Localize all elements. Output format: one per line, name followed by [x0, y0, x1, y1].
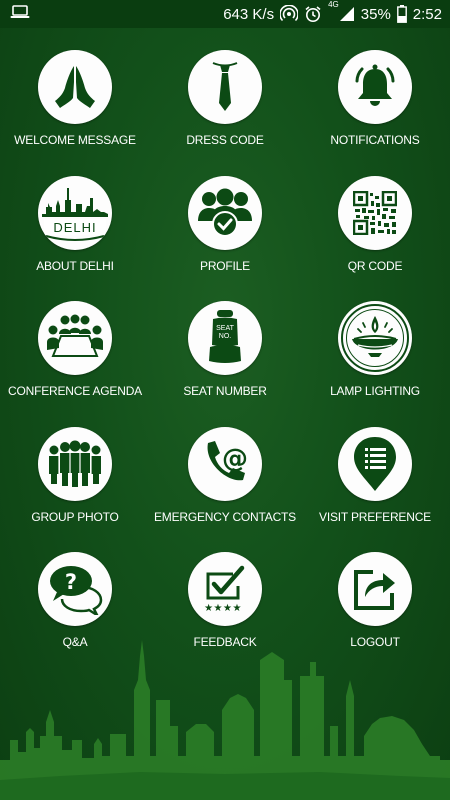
tie-icon [188, 50, 262, 124]
menu-label: QR CODE [347, 258, 403, 273]
menu-tile-qr-code[interactable]: QR CODE [300, 175, 450, 302]
city-skyline-decoration [0, 640, 450, 800]
battery-percent: 35% [360, 5, 391, 23]
bell-icon [338, 50, 412, 124]
menu-tile-notifications[interactable]: NOTIFICATIONS [300, 50, 450, 176]
menu-label: CONFERENCE AGENDA [8, 384, 142, 398]
signal-icon [339, 6, 355, 22]
seat-icon-text-1: SEAT [216, 325, 234, 332]
laptop-icon [10, 5, 30, 23]
menu-tile-group-photo[interactable]: GROUP PHOTO [0, 426, 150, 553]
delhi-icon-text: DELHI [53, 220, 96, 235]
menu-tile-profile[interactable]: PROFILE [150, 175, 300, 302]
speech-bubbles-question-icon: ? [38, 552, 112, 626]
menu-tile-seat-number[interactable]: SEAT NO. SEAT NUMBER [150, 301, 300, 427]
svg-text:?: ? [65, 570, 77, 594]
user-group-check-icon [188, 175, 262, 250]
share-export-icon [338, 552, 412, 626]
menu-tile-emergency-contacts[interactable]: @ EMERGENCY CONTACTS [150, 426, 300, 553]
namaste-icon [38, 50, 112, 124]
menu-label: DRESS CODE [186, 133, 264, 147]
menu-tile-conference-agenda[interactable]: CONFERENCE AGENDA [0, 301, 150, 427]
phone-at-icon: @ [188, 426, 262, 501]
menu-label: VISIT PREFERENCE [319, 509, 431, 524]
net-speed: 643 K/s [223, 5, 275, 23]
group-people-icon [38, 426, 112, 501]
menu-tile-about-delhi[interactable]: DELHI ABOUT DELHI [0, 175, 150, 302]
conference-table-icon [38, 301, 112, 375]
hotspot-icon [280, 5, 299, 23]
svg-text:★★★★: ★★★★ [204, 603, 242, 614]
menu-tile-lamp-lighting[interactable]: LAMP LIGHTING [300, 301, 450, 427]
menu-tile-dress-code[interactable]: DRESS CODE [150, 50, 300, 176]
menu-label: PROFILE [200, 258, 250, 273]
diya-lamp-icon [338, 301, 412, 375]
menu-label: LAMP LIGHTING [330, 384, 420, 398]
delhi-skyline-icon: DELHI [38, 175, 112, 250]
status-bar: 643 K/s 4G 35% 2:52 [0, 0, 450, 28]
qr-code-icon [338, 175, 412, 250]
menu-label: WELCOME MESSAGE [14, 133, 136, 147]
alarm-icon [304, 5, 322, 23]
menu-tile-visit-preference[interactable]: VISIT PREFERENCE [300, 426, 450, 553]
svg-text:@: @ [222, 444, 248, 474]
menu-label: NOTIFICATIONS [330, 133, 420, 147]
clock: 2:52 [412, 5, 442, 23]
app-screen: 643 K/s 4G 35% 2:52 WELCOME MESSAGE DRES… [0, 0, 450, 800]
map-pin-list-icon [338, 426, 412, 501]
battery-icon [396, 5, 407, 23]
seat-icon-text-2: NO. [219, 333, 232, 340]
seat-icon: SEAT NO. [188, 301, 262, 375]
menu-grid: WELCOME MESSAGE DRESS CODE NOTIFICATIONS… [0, 50, 450, 678]
menu-tile-welcome-message[interactable]: WELCOME MESSAGE [0, 50, 150, 176]
menu-label: EMERGENCY CONTACTS [154, 509, 296, 524]
menu-label: SEAT NUMBER [183, 384, 267, 398]
checkbox-stars-icon: ★★★★ [188, 552, 262, 626]
menu-label: GROUP PHOTO [31, 509, 119, 524]
network-type: 4G [328, 0, 339, 9]
menu-label: ABOUT DELHI [36, 258, 114, 273]
